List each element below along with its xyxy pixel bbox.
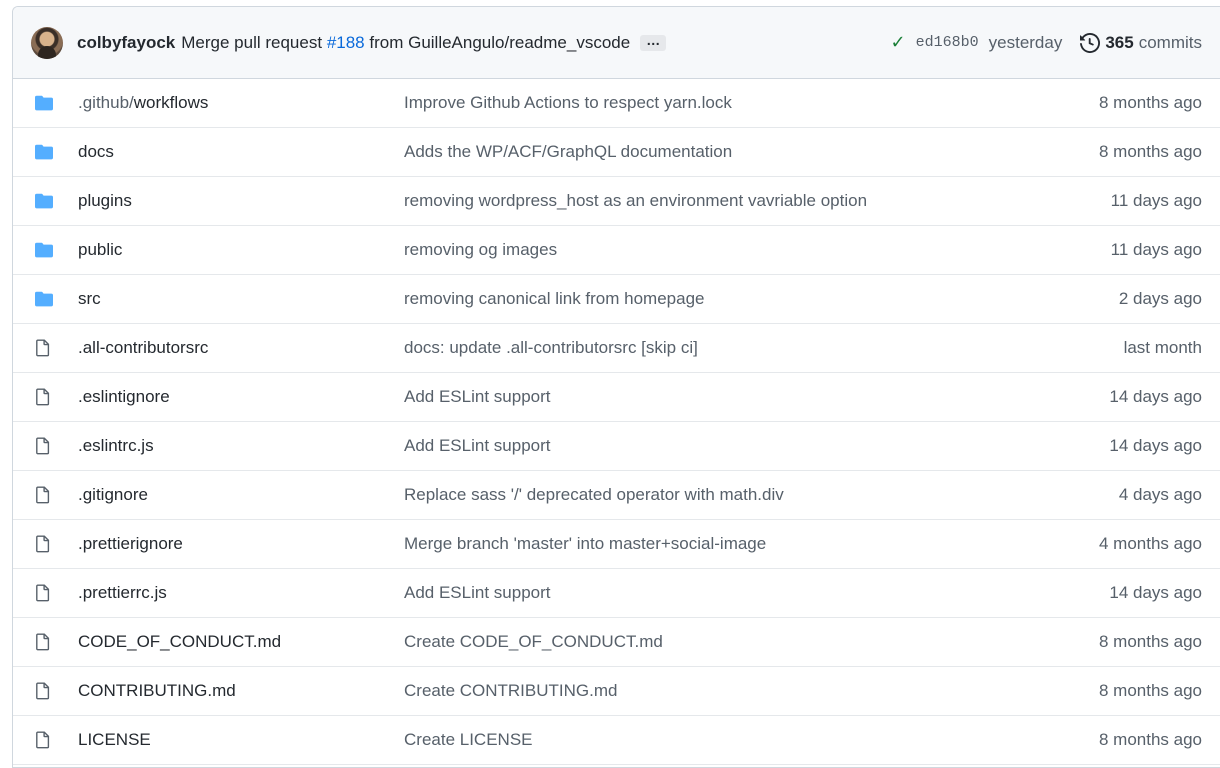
file-row: .prettierignore Merge branch 'master' int…	[13, 520, 1220, 569]
file-commit-message-link[interactable]: Add ESLint support	[404, 436, 1109, 456]
check-icon[interactable]: ✓	[891, 32, 906, 53]
file-row: .github/workflows Improve Github Actions …	[13, 79, 1220, 128]
history-icon	[1080, 32, 1101, 53]
file-row: .gitignore Replace sass '/' deprecated op…	[13, 471, 1220, 520]
file-row: LICENSE Create LICENSE 8 months ago	[13, 716, 1220, 765]
file-commit-message-link[interactable]: Create CODE_OF_CONDUCT.md	[404, 632, 1099, 652]
file-commit-age: 2 days ago	[1118, 289, 1202, 308]
file-row: .eslintrc.js Add ESLint support 14 days ag…	[13, 422, 1220, 471]
file-row: src removing canonical link from homepage…	[13, 275, 1220, 324]
file-name-link[interactable]: CODE_OF_CONDUCT.md	[78, 632, 404, 652]
file-row: docs Adds the WP/ACF/GraphQL documentatio…	[13, 128, 1220, 177]
file-commit-age: 8 months ago	[1098, 681, 1202, 700]
file-commit-message-link[interactable]: removing canonical link from homepage	[404, 289, 1119, 309]
file-name-link[interactable]: docs	[78, 142, 404, 162]
commit-time: yesterday	[988, 32, 1063, 52]
file-icon	[35, 731, 55, 749]
file-commit-age: 4 months ago	[1098, 534, 1202, 553]
file-name-link[interactable]: plugins	[78, 191, 404, 211]
file-row: .eslintignore Add ESLint support 14 days a…	[13, 373, 1220, 422]
commit-message-prefix[interactable]: Merge pull request	[181, 33, 322, 53]
file-commit-message-link[interactable]: removing og images	[404, 240, 1111, 260]
folder-icon	[35, 192, 55, 210]
file-row: plugins removing wordpress_host as an env…	[13, 177, 1220, 226]
file-commit-age: 11 days ago	[1110, 240, 1202, 259]
file-browser: colbyfayock Merge pull request #188 from…	[12, 6, 1220, 768]
commit-history-link[interactable]: 365 commits	[1080, 33, 1202, 53]
file-name-link[interactable]: .gitignore	[78, 485, 404, 505]
file-icon	[35, 682, 55, 700]
file-commit-age: 14 days ago	[1109, 387, 1202, 406]
file-name-link[interactable]: .eslintignore	[78, 387, 404, 407]
file-icon	[35, 584, 55, 602]
file-icon	[35, 388, 55, 406]
file-row: public removing og images 11 days ago	[13, 226, 1220, 275]
folder-icon	[35, 241, 55, 259]
commit-count: 365	[1105, 32, 1134, 52]
folder-icon	[35, 290, 55, 308]
file-commit-age: 14 days ago	[1109, 436, 1202, 455]
file-commit-age: 8 months ago	[1098, 142, 1202, 161]
file-commit-message-link[interactable]: Merge branch 'master' into master+social…	[404, 534, 1099, 554]
file-name-link[interactable]: CONTRIBUTING.md	[78, 681, 404, 701]
file-row: CONTRIBUTING.md Create CONTRIBUTING.md 8 m…	[13, 667, 1220, 716]
file-name-link[interactable]: .prettierrc.js	[78, 583, 404, 603]
file-icon	[35, 535, 55, 553]
file-commit-message-link[interactable]: docs: update .all-contributorsrc [skip c…	[404, 338, 1124, 358]
file-commit-message-link[interactable]: Improve Github Actions to respect yarn.l…	[404, 93, 1099, 113]
file-name-link[interactable]: src	[78, 289, 404, 309]
file-icon	[35, 486, 55, 504]
expand-commit-message-button[interactable]: …	[640, 33, 667, 51]
file-row: .prettierrc.js Add ESLint support 14 days …	[13, 569, 1220, 618]
file-name-link[interactable]: .all-contributorsrc	[78, 338, 404, 358]
author-avatar[interactable]	[31, 26, 63, 59]
file-list: .github/workflows Improve Github Actions …	[13, 79, 1220, 765]
file-icon	[35, 633, 55, 651]
file-row: .all-contributorsrc docs: update .all-con…	[13, 324, 1220, 373]
file-name-link[interactable]: .eslintrc.js	[78, 436, 404, 456]
commit-sha-link[interactable]: ed168b0	[916, 34, 979, 51]
file-commit-message-link[interactable]: Add ESLint support	[404, 387, 1109, 407]
commit-author-link[interactable]: colbyfayock	[77, 33, 175, 53]
file-commit-age: 4 days ago	[1118, 485, 1202, 504]
file-commit-age: 8 months ago	[1098, 93, 1202, 112]
file-commit-age: last month	[1123, 338, 1202, 357]
file-commit-message-link[interactable]: Replace sass '/' deprecated operator wit…	[404, 485, 1119, 505]
file-commit-age: 14 days ago	[1109, 583, 1202, 602]
file-name-link[interactable]: .github/workflows	[78, 93, 404, 113]
file-commit-message-link[interactable]: removing wordpress_host as an environmen…	[404, 191, 1111, 211]
latest-commit-bar: colbyfayock Merge pull request #188 from…	[13, 7, 1220, 79]
file-commit-message-link[interactable]: Create LICENSE	[404, 730, 1099, 750]
file-name-link[interactable]: LICENSE	[78, 730, 404, 750]
file-name-link[interactable]: .prettierignore	[78, 534, 404, 554]
file-commit-age: 8 months ago	[1098, 730, 1202, 749]
file-icon	[35, 437, 55, 455]
file-name-link[interactable]: public	[78, 240, 404, 260]
file-commit-message-link[interactable]: Adds the WP/ACF/GraphQL documentation	[404, 142, 1099, 162]
commit-label: commits	[1138, 32, 1202, 52]
file-commit-message-link[interactable]: Add ESLint support	[404, 583, 1109, 603]
file-commit-age: 8 months ago	[1098, 632, 1202, 651]
file-icon	[35, 339, 55, 357]
file-commit-message-link[interactable]: Create CONTRIBUTING.md	[404, 681, 1099, 701]
pull-request-link[interactable]: #188	[327, 33, 365, 53]
folder-icon	[35, 143, 55, 161]
file-commit-age: 11 days ago	[1110, 191, 1202, 210]
commit-message-suffix[interactable]: from GuilleAngulo/readme_vscode	[369, 33, 630, 53]
folder-icon	[35, 94, 55, 112]
file-row: CODE_OF_CONDUCT.md Create CODE_OF_CONDUCT…	[13, 618, 1220, 667]
